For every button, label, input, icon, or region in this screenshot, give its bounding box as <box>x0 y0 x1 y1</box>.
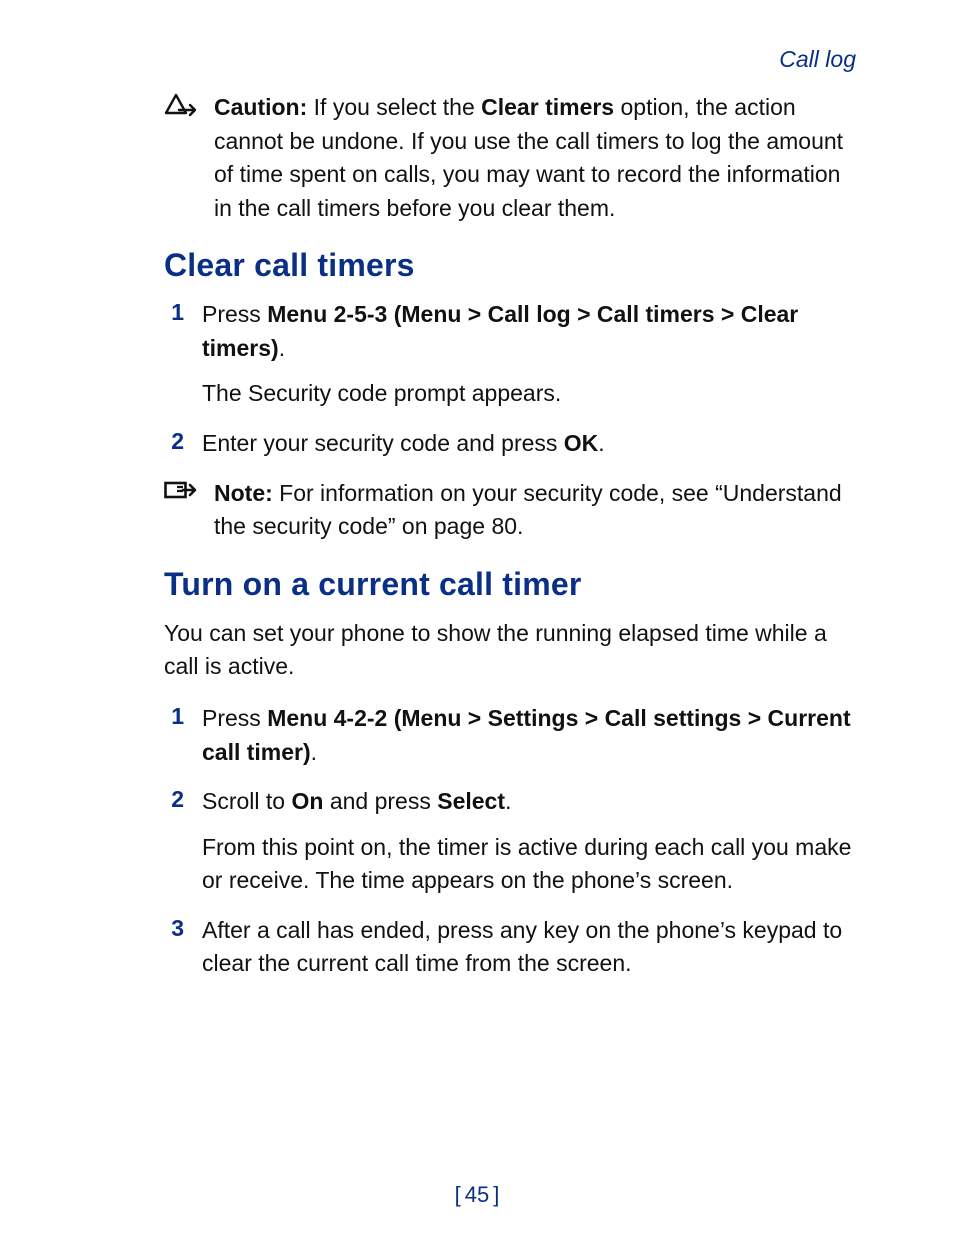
caution-callout: Caution: If you select the Clear timers … <box>92 91 862 225</box>
caution-label: Caution: <box>214 94 307 120</box>
step-result: The Security code prompt appears. <box>202 377 862 411</box>
step-1: 1 Press Menu 2-5-3 (Menu > Call log > Ca… <box>164 298 862 411</box>
clear-timers-strong: Clear timers <box>481 94 614 120</box>
step-text: Press <box>202 705 267 731</box>
note-body: Note: For information on your security c… <box>214 477 862 544</box>
step-number: 3 <box>164 914 184 942</box>
step-content: Press Menu 2-5-3 (Menu > Call log > Call… <box>202 298 862 411</box>
caution-icon <box>164 91 198 119</box>
step-text: Enter your security code and press <box>202 430 564 456</box>
running-head: Call log <box>92 46 862 73</box>
steps-clear-call-timers: 1 Press Menu 2-5-3 (Menu > Call log > Ca… <box>92 298 862 460</box>
caution-text-1: If you select the <box>307 94 481 120</box>
step-result: From this point on, the timer is active … <box>202 831 862 898</box>
bracket-close: ] <box>493 1182 499 1207</box>
menu-path: Menu 2-5-3 (Menu > Call log > Call timer… <box>202 301 798 361</box>
on-value: On <box>291 788 323 814</box>
page-number: [45] <box>0 1182 954 1208</box>
note-callout: Note: For information on your security c… <box>92 477 862 544</box>
section-intro: You can set your phone to show the runni… <box>92 617 862 684</box>
step-text: . <box>279 335 285 361</box>
step-number: 1 <box>164 298 184 326</box>
heading-turn-on-current-call-timer: Turn on a current call timer <box>92 566 862 603</box>
step-text: Scroll to <box>202 788 291 814</box>
step-1: 1 Press Menu 4-2-2 (Menu > Settings > Ca… <box>164 702 862 769</box>
step-content: After a call has ended, press any key on… <box>202 914 862 981</box>
step-content: Enter your security code and press OK. <box>202 427 862 461</box>
bracket-open: [ <box>455 1182 461 1207</box>
note-icon <box>164 477 198 503</box>
page: Call log Caution: If you select the Clea… <box>0 0 954 1248</box>
note-label: Note: <box>214 480 273 506</box>
step-text: and press <box>323 788 437 814</box>
step-2: 2 Enter your security code and press OK. <box>164 427 862 461</box>
step-text: . <box>598 430 604 456</box>
step-text: Press <box>202 301 267 327</box>
step-2: 2 Scroll to On and press Select. From th… <box>164 785 862 898</box>
step-content: Press Menu 4-2-2 (Menu > Settings > Call… <box>202 702 862 769</box>
step-number: 2 <box>164 785 184 813</box>
step-content: Scroll to On and press Select. From this… <box>202 785 862 898</box>
step-number: 2 <box>164 427 184 455</box>
step-text: . <box>311 739 317 765</box>
heading-clear-call-timers: Clear call timers <box>92 247 862 284</box>
note-text: For information on your security code, s… <box>214 480 842 540</box>
caution-body: Caution: If you select the Clear timers … <box>214 91 862 225</box>
ok-key: OK <box>564 430 599 456</box>
menu-path: Menu 4-2-2 (Menu > Settings > Call setti… <box>202 705 851 765</box>
steps-turn-on-timer: 1 Press Menu 4-2-2 (Menu > Settings > Ca… <box>92 702 862 981</box>
page-number-value: 45 <box>465 1182 489 1207</box>
step-3: 3 After a call has ended, press any key … <box>164 914 862 981</box>
select-key: Select <box>437 788 505 814</box>
step-text: . <box>505 788 511 814</box>
step-text: After a call has ended, press any key on… <box>202 917 842 977</box>
step-number: 1 <box>164 702 184 730</box>
